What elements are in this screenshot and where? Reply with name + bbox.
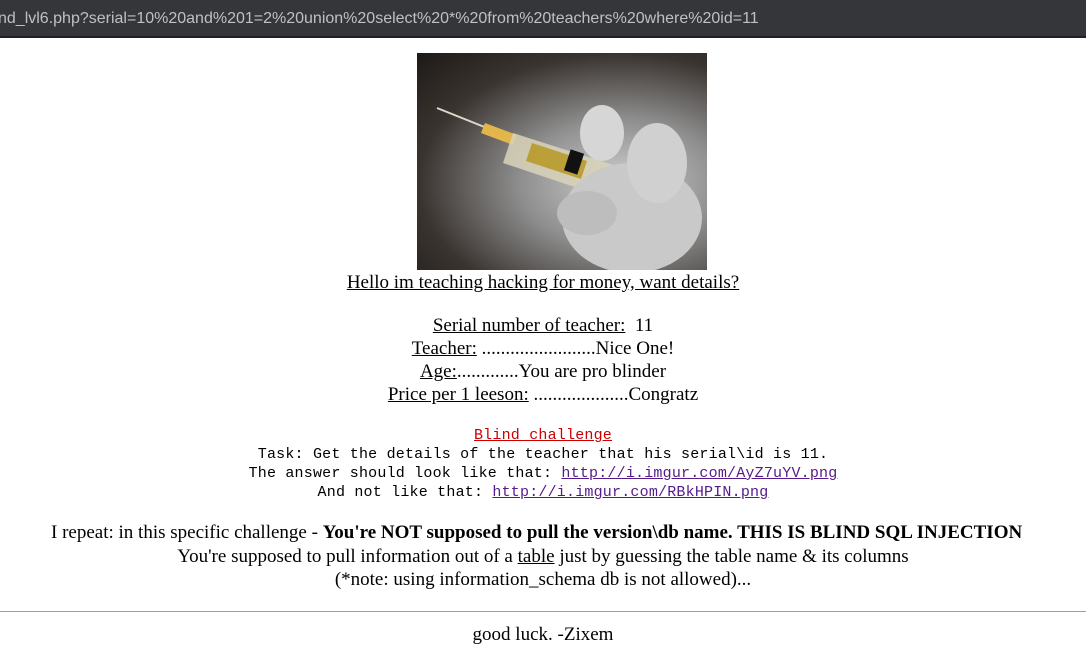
price-row: Price per 1 leeson: ....................… [0,384,1086,406]
headline-line: Hello im teaching hacking for money, wan… [0,272,1086,294]
note-line: (*note: using information_schema db is n… [334,569,752,590]
answer-prefix: The answer should look like that: [248,465,553,482]
repeat-line: I repeat: in this specific challenge - Y… [51,522,1022,544]
blind-challenge-link[interactable]: Blind challenge [474,427,612,444]
url-text[interactable]: nd_lvl6.php?serial=10%20and%201=2%20unio… [0,0,759,36]
table-line-suffix: just by guessing the table name & its co… [554,546,909,567]
task-line: Task: Get the details of the teacher tha… [257,446,829,463]
address-bar[interactable]: nd_lvl6.php?serial=10%20and%201=2%20unio… [0,0,1086,38]
table-link[interactable]: table [518,546,555,567]
serial-row: Serial number of teacher: 11 [0,315,1086,337]
footer-signoff: good luck. -Zixem [472,624,614,645]
teacher-value: ........................Nice One! [481,338,675,359]
syringe-image [417,53,707,270]
not-like-link[interactable]: http://i.imgur.com/RBkHPIN.png [492,484,768,501]
age-row: Age:.............You are pro blinder [0,361,1086,383]
serial-value: 11 [634,315,654,336]
answer-link[interactable]: http://i.imgur.com/AyZ7uYV.png [561,465,837,482]
answer-line: The answer should look like that: http:/… [0,465,1086,482]
price-label: Price per 1 leeson: [387,384,529,405]
repeat-prefix: I repeat: in this specific challenge - [51,522,323,543]
repeat-bold: You're NOT supposed to pull the version\… [322,522,1023,543]
serial-label: Serial number of teacher: [432,315,626,336]
challenge-title-line: Blind challenge [0,427,1086,444]
syringe-illustration [436,105,702,270]
not-like-line: And not like that: http://i.imgur.com/RB… [0,484,1086,501]
table-line-prefix: You're supposed to pull information out … [177,546,518,567]
footer-divider [0,611,1086,612]
teacher-label: Teacher: [411,338,477,359]
table-line: You're supposed to pull information out … [0,546,1086,568]
price-value: ....................Congratz [533,384,699,405]
headline: Hello im teaching hacking for money, wan… [346,272,740,293]
age-label: Age: [419,361,457,382]
not-like-prefix: And not like that: [317,484,484,501]
age-value: .............You are pro blinder [456,361,667,382]
teacher-row: Teacher: ........................Nice On… [0,338,1086,360]
